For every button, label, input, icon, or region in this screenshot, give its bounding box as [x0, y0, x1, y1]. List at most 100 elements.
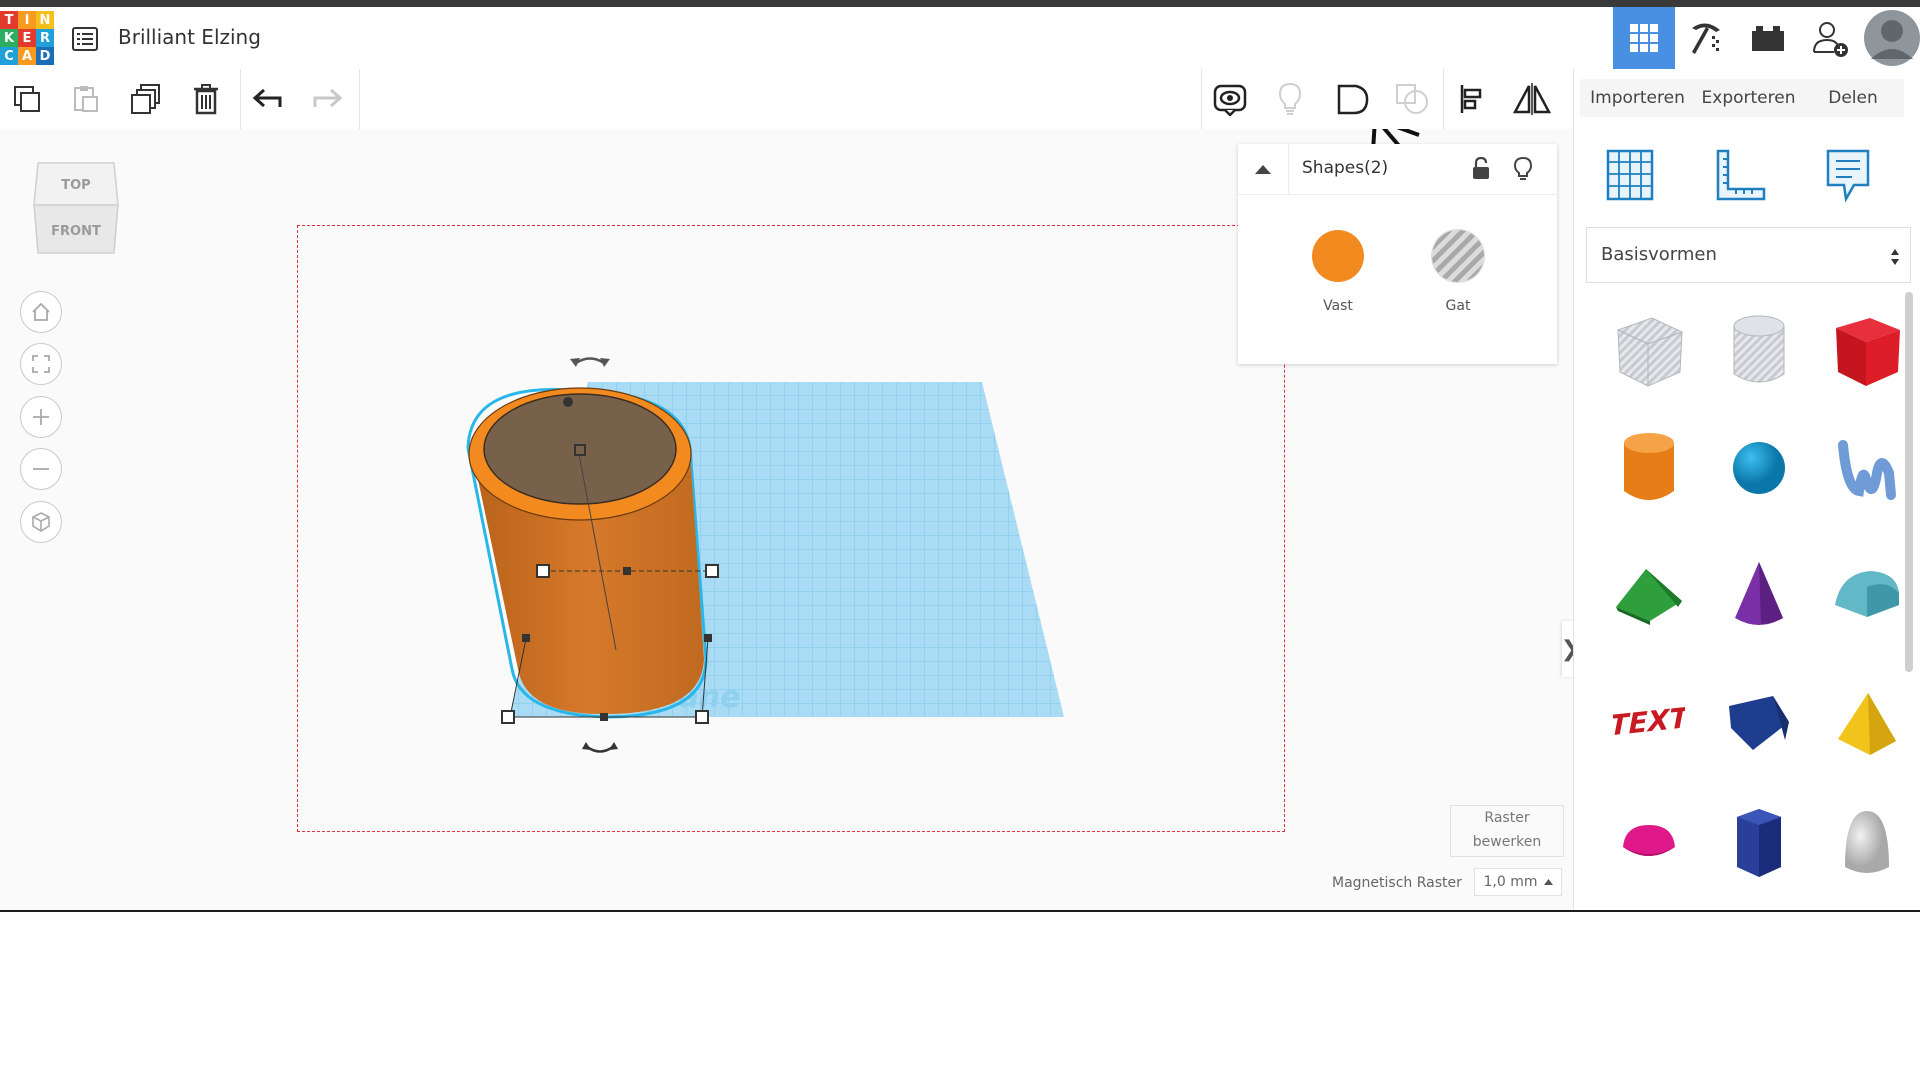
lock-button[interactable]: [1471, 156, 1491, 185]
redo-icon: [313, 88, 343, 108]
ungroup-button[interactable]: [1390, 77, 1434, 121]
invite-user-button[interactable]: [1799, 7, 1861, 69]
design-list-icon[interactable]: [72, 27, 98, 51]
workplane-tool-button[interactable]: [1600, 145, 1660, 205]
avatar-icon: [1864, 10, 1920, 66]
shape-round-roof[interactable]: [1819, 547, 1915, 643]
mirror-button[interactable]: [1510, 77, 1554, 121]
toolbar-divider: [240, 69, 241, 129]
shape-polygon[interactable]: [1711, 795, 1807, 891]
edit-grid-label-line1: Raster: [1484, 810, 1530, 826]
notes-button[interactable]: [1208, 77, 1252, 121]
align-button[interactable]: [1451, 77, 1495, 121]
logo-letter: E: [18, 29, 36, 47]
toolbar-divider: [1201, 69, 1202, 129]
snap-grid-select[interactable]: 1,0 mm: [1474, 868, 1562, 896]
shape-box-hole[interactable]: [1601, 303, 1697, 399]
hole-label: Gat: [1445, 298, 1471, 314]
toolbar-divider: [359, 69, 360, 129]
paste-icon: [74, 86, 98, 112]
logo-letter: D: [36, 47, 54, 65]
ruler-icon: [1716, 149, 1766, 201]
shape-half-sphere[interactable]: [1601, 795, 1697, 891]
paste-button[interactable]: [64, 77, 108, 121]
sort-arrows-icon: [1891, 249, 1899, 265]
top-strip: [0, 0, 1920, 7]
undo-icon: [252, 88, 282, 108]
cylinder-hole-icon: [1733, 315, 1785, 383]
rotate-handle-bottom[interactable]: [582, 742, 618, 753]
hide-button[interactable]: [1513, 156, 1533, 185]
workplane-icon: [1606, 149, 1654, 201]
shape-inspector: Shapes(2) Vast Gat: [1238, 144, 1557, 364]
logo-letter: A: [18, 47, 36, 65]
svg-text:TEXT: TEXT: [1613, 701, 1685, 742]
shape-box[interactable]: [1819, 303, 1915, 399]
ruler-tool-button[interactable]: [1710, 145, 1770, 205]
snap-grid-value: 1,0 mm: [1483, 874, 1538, 890]
design-title[interactable]: Brilliant Elzing: [118, 25, 261, 49]
speech-eye-icon: [1213, 84, 1247, 116]
lock-icon: [1473, 156, 1489, 179]
toolbar-divider: [1573, 69, 1574, 129]
shape-paraboloid[interactable]: [1819, 795, 1915, 891]
lightbulb-icon: [1278, 82, 1302, 115]
rotate-handle-top[interactable]: [570, 357, 610, 367]
export-button[interactable]: Exporteren: [1691, 79, 1806, 117]
copy-button[interactable]: [5, 77, 49, 121]
group-icon: [1337, 84, 1369, 115]
mirror-icon: [1513, 83, 1551, 115]
shape-pyramid[interactable]: [1819, 676, 1915, 772]
workplane-area[interactable]: TOP FRONT Shapes(2) Vast Gat ❯ Raster be…: [0, 129, 1579, 911]
bottom-edge: [0, 910, 1920, 912]
grid-view-icon: [1630, 24, 1658, 52]
redo-button[interactable]: [305, 77, 349, 121]
group-button[interactable]: [1331, 77, 1375, 121]
codeblocks-button[interactable]: [1675, 7, 1737, 69]
logo-letter: C: [0, 47, 18, 65]
shape-wedge[interactable]: [1711, 676, 1807, 772]
delete-button[interactable]: [184, 77, 228, 121]
undo-button[interactable]: [246, 77, 290, 121]
shape-category-select[interactable]: Basisvormen: [1586, 227, 1911, 283]
shape-cone[interactable]: [1711, 547, 1807, 643]
tinkercad-app: TINKERCAD Brilliant Elzing Importeren Ex…: [0, 0, 1920, 911]
pickaxe-icon: [1692, 23, 1720, 54]
notes-tool-button[interactable]: [1818, 145, 1878, 205]
tinkercad-logo[interactable]: TINKERCAD: [0, 11, 54, 65]
solid-label: Vast: [1323, 298, 1353, 314]
edit-grid-label-line2: bewerken: [1472, 834, 1542, 850]
show-all-button[interactable]: [1268, 77, 1312, 121]
bricks-button[interactable]: [1737, 7, 1799, 69]
logo-letter: I: [18, 11, 36, 29]
shape-cylinder[interactable]: [1601, 420, 1697, 516]
import-button[interactable]: Importeren: [1580, 79, 1695, 117]
edit-grid-button[interactable]: Raster bewerken: [1450, 805, 1564, 857]
caret-up-icon: [1543, 879, 1553, 885]
collapse-inspector-button[interactable]: [1238, 144, 1289, 194]
snap-grid-label: Magnetisch Raster: [1332, 875, 1462, 891]
logo-letter: T: [0, 11, 18, 29]
trash-icon: [194, 84, 218, 115]
shape-sphere[interactable]: [1711, 420, 1807, 516]
share-button[interactable]: Delen: [1802, 79, 1904, 117]
solid-color-swatch[interactable]: [1312, 230, 1364, 282]
3d-design-view-button[interactable]: [1613, 7, 1675, 69]
duplicate-icon: [131, 84, 160, 114]
library-scrollbar[interactable]: [1905, 292, 1913, 672]
header-bar: TINKERCAD Brilliant Elzing: [0, 7, 1920, 70]
shape-library-panel: Basisvormen TEXT: [1573, 129, 1920, 911]
shape-cylinder-hole[interactable]: [1711, 303, 1807, 399]
profile-avatar[interactable]: [1861, 7, 1920, 69]
align-icon: [1460, 85, 1482, 113]
brick-icon: [1752, 26, 1784, 51]
shape-text[interactable]: TEXT: [1601, 676, 1697, 772]
caret-up-icon: [1255, 165, 1271, 174]
selected-cylinder[interactable]: [466, 387, 719, 724]
shape-scribble[interactable]: [1819, 420, 1915, 516]
duplicate-button[interactable]: [124, 77, 168, 121]
shape-roof[interactable]: [1601, 547, 1697, 643]
hole-swatch[interactable]: [1432, 230, 1484, 282]
shape-category-value: Basisvormen: [1601, 244, 1717, 265]
lightbulb-icon: [1513, 156, 1533, 180]
